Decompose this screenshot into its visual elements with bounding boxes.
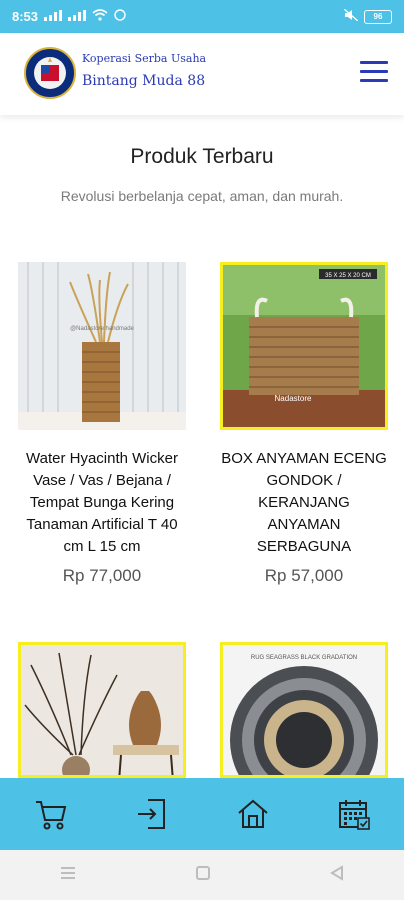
square-icon xyxy=(196,865,210,880)
clock: 8:53 xyxy=(12,9,39,24)
login-icon xyxy=(137,799,165,829)
product-price: Rp 57,000 xyxy=(264,566,344,585)
signal-icon xyxy=(44,9,63,24)
logo[interactable] xyxy=(24,47,76,99)
whatsapp-icon xyxy=(114,9,126,24)
product-price: Rp 77,000 xyxy=(62,566,142,585)
page-title: Produk Terbaru xyxy=(130,145,274,168)
cart-icon xyxy=(35,801,66,830)
menu-icon xyxy=(360,61,388,64)
brand-subtitle: Koperasi Serba Usaha xyxy=(82,52,207,65)
calendar-button[interactable] xyxy=(334,794,374,834)
product-image: @Nadastore handmade xyxy=(18,262,186,430)
product-name: Water Hyacinth Wicker Vase / Vas / Bejan… xyxy=(26,450,178,555)
product-card[interactable]: 35 X 25 X 20 CM Nadastore BOX ANYAMAN EC… xyxy=(220,262,388,586)
product-image: 35 X 25 X 20 CM Nadastore xyxy=(220,262,388,430)
app-header: Koperasi Serba Usaha Bintang Muda 88 xyxy=(0,33,404,115)
system-nav-bar xyxy=(0,850,404,900)
product-card[interactable]: RUG SEAGRASS BLACK GRADATION xyxy=(220,642,388,778)
recent-apps-button[interactable] xyxy=(59,866,77,885)
wifi-icon xyxy=(92,9,108,24)
back-triangle-icon xyxy=(330,864,343,881)
signal-icon-2 xyxy=(68,9,87,24)
product-card[interactable] xyxy=(18,642,186,778)
page-subtitle: Revolusi berbelanja cepat, aman, dan mur… xyxy=(60,188,344,204)
home-button[interactable] xyxy=(233,794,273,834)
cart-button[interactable] xyxy=(31,794,71,834)
brand-name: Bintang Muda 88 xyxy=(82,73,206,89)
product-image xyxy=(18,642,186,778)
home-icon xyxy=(237,799,268,828)
battery-icon: 96 xyxy=(364,9,392,24)
bottom-nav xyxy=(0,778,404,850)
mute-icon xyxy=(343,8,359,24)
product-image: RUG SEAGRASS BLACK GRADATION xyxy=(220,642,388,778)
menu-button[interactable] xyxy=(360,61,388,83)
product-card[interactable]: @Nadastore handmade Water Hyacinth Wicke… xyxy=(18,262,186,586)
svg-text:RUG SEAGRASS BLACK GRADATION: RUG SEAGRASS BLACK GRADATION xyxy=(251,655,357,661)
calendar-icon xyxy=(338,800,370,830)
status-bar: 8:53 96 xyxy=(0,0,404,33)
menu-lines-icon xyxy=(61,866,75,879)
product-name: BOX ANYAMAN ECENG GONDOK / KERANJANG ANY… xyxy=(221,450,387,555)
svg-text:@Nadastore handmade: @Nadastore handmade xyxy=(70,326,134,332)
login-button[interactable] xyxy=(132,794,172,834)
back-button[interactable] xyxy=(329,864,345,886)
svg-text:35 X 25 X 20 CM: 35 X 25 X 20 CM xyxy=(325,273,371,279)
home-system-button[interactable] xyxy=(195,865,211,886)
svg-text:Nadastore: Nadastore xyxy=(275,394,312,403)
